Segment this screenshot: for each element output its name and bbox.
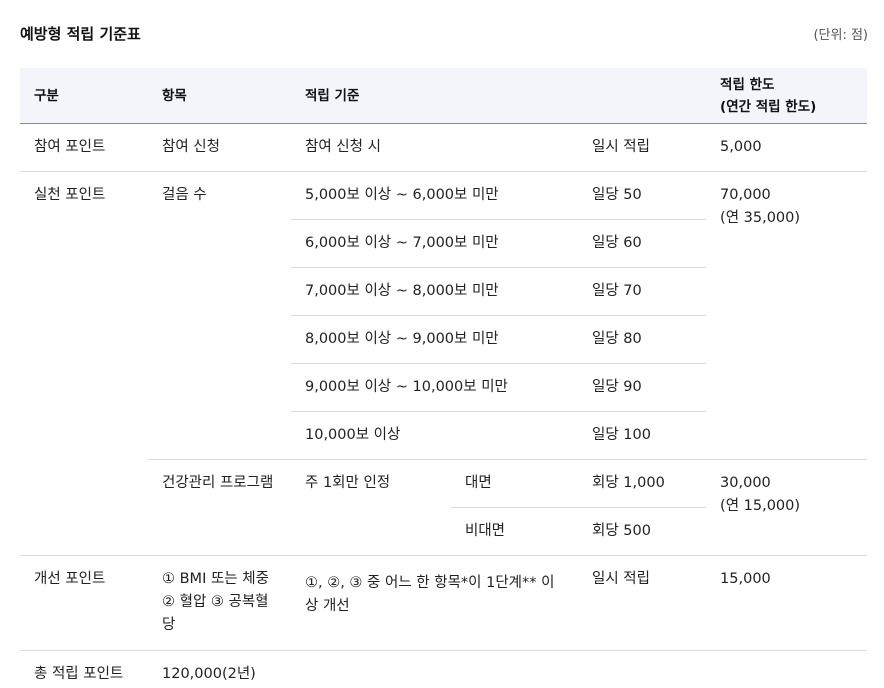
- header-limit: 적립 한도 (연간 적립 한도): [706, 68, 868, 124]
- limit-annual: (연 35,000): [720, 210, 801, 226]
- cell-limit: 5,000: [706, 123, 868, 172]
- cell-points: 일당 50: [578, 171, 707, 220]
- table-row-total: 총 적립 포인트 120,000(2년): [20, 651, 867, 687]
- unit-note: (단위: 점): [813, 28, 868, 43]
- cell-criteria: ①, ②, ③ 중 어느 한 항목*이 1단계** 이상 개선: [291, 555, 578, 651]
- page-title: 예방형 적립 기준표: [20, 25, 141, 43]
- cell-limit: 70,000 (연 35,000): [706, 171, 868, 460]
- cell-limit: 15,000: [706, 555, 868, 651]
- limit-value: 70,000: [720, 187, 771, 203]
- cell-points: 일당 60: [578, 219, 707, 268]
- cell-points: 일당 100: [578, 411, 707, 460]
- header-category: 구분: [20, 68, 148, 124]
- limit-annual: (연 15,000): [720, 498, 801, 514]
- cell-criteria: 10,000보 이상: [291, 411, 578, 460]
- cell-limit: 30,000 (연 15,000): [706, 459, 868, 556]
- cell-category: 참여 포인트: [20, 123, 148, 172]
- cell-total-value: 120,000(2년): [162, 666, 256, 682]
- cell-category: 개선 포인트: [20, 555, 148, 651]
- cell-category: 실천 포인트: [20, 171, 148, 556]
- cell-criteria: 8,000보 이상 ~ 9,000보 미만: [291, 315, 578, 364]
- cell-criteria: 6,000보 이상 ~ 7,000보 미만: [291, 219, 578, 268]
- cell-points: 일당 90: [578, 363, 707, 412]
- cell-criteria: 7,000보 이상 ~ 8,000보 미만: [291, 267, 578, 316]
- cell-criteria: 5,000보 이상 ~ 6,000보 미만: [291, 171, 578, 220]
- cell-points: 일당 70: [578, 267, 707, 316]
- table-row-walking-tier: 실천 포인트 걸음 수 5,000보 이상 ~ 6,000보 미만 일당 50 …: [20, 171, 868, 556]
- table-row-improvement: 개선 포인트 ① BMI 또는 체중 ② 혈압 ③ 공복혈당 ①, ②, ③ 중…: [20, 555, 868, 651]
- header-criteria: 적립 기준: [291, 68, 707, 124]
- header-item: 항목: [148, 68, 291, 124]
- table-row-program-in-person: 건강관리 프로그램 주 1회만 인정 대면 회당 1,000 30,000 (연…: [20, 459, 868, 556]
- cell-points: 일당 80: [578, 315, 707, 364]
- cell-criteria: 주 1회만 인정: [291, 459, 451, 556]
- cell-points: 회당 1,000: [578, 459, 707, 508]
- cell-points: 일시 적립: [578, 555, 707, 651]
- header-limit-line2: (연간 적립 한도): [720, 98, 817, 115]
- cell-points: 일시 적립: [578, 123, 707, 172]
- limit-value: 30,000: [720, 475, 771, 491]
- cell-item: 걸음 수: [148, 171, 291, 460]
- savings-criteria-table: 구분 항목 적립 기준 적립 한도 (연간 적립 한도) 참여 포인트 참여 신…: [20, 68, 868, 687]
- table-header-row: 구분 항목 적립 기준 적립 한도 (연간 적립 한도): [20, 68, 868, 124]
- table-row-participation: 참여 포인트 참여 신청 참여 신청 시 일시 적립 5,000: [20, 123, 868, 172]
- header-limit-line1: 적립 한도: [720, 76, 775, 93]
- cell-points: 회당 500: [578, 507, 707, 556]
- cell-mode: 비대면: [451, 507, 578, 556]
- cell-item: 건강관리 프로그램: [148, 459, 291, 556]
- cell-item: 참여 신청: [148, 123, 291, 172]
- cell-mode: 대면: [451, 459, 578, 508]
- cell-criteria: 9,000보 이상 ~ 10,000보 미만: [291, 363, 578, 412]
- cell-category: 총 적립 포인트: [34, 666, 124, 682]
- cell-item: ① BMI 또는 체중 ② 혈압 ③ 공복혈당: [148, 555, 291, 651]
- cell-criteria: 참여 신청 시: [291, 123, 578, 172]
